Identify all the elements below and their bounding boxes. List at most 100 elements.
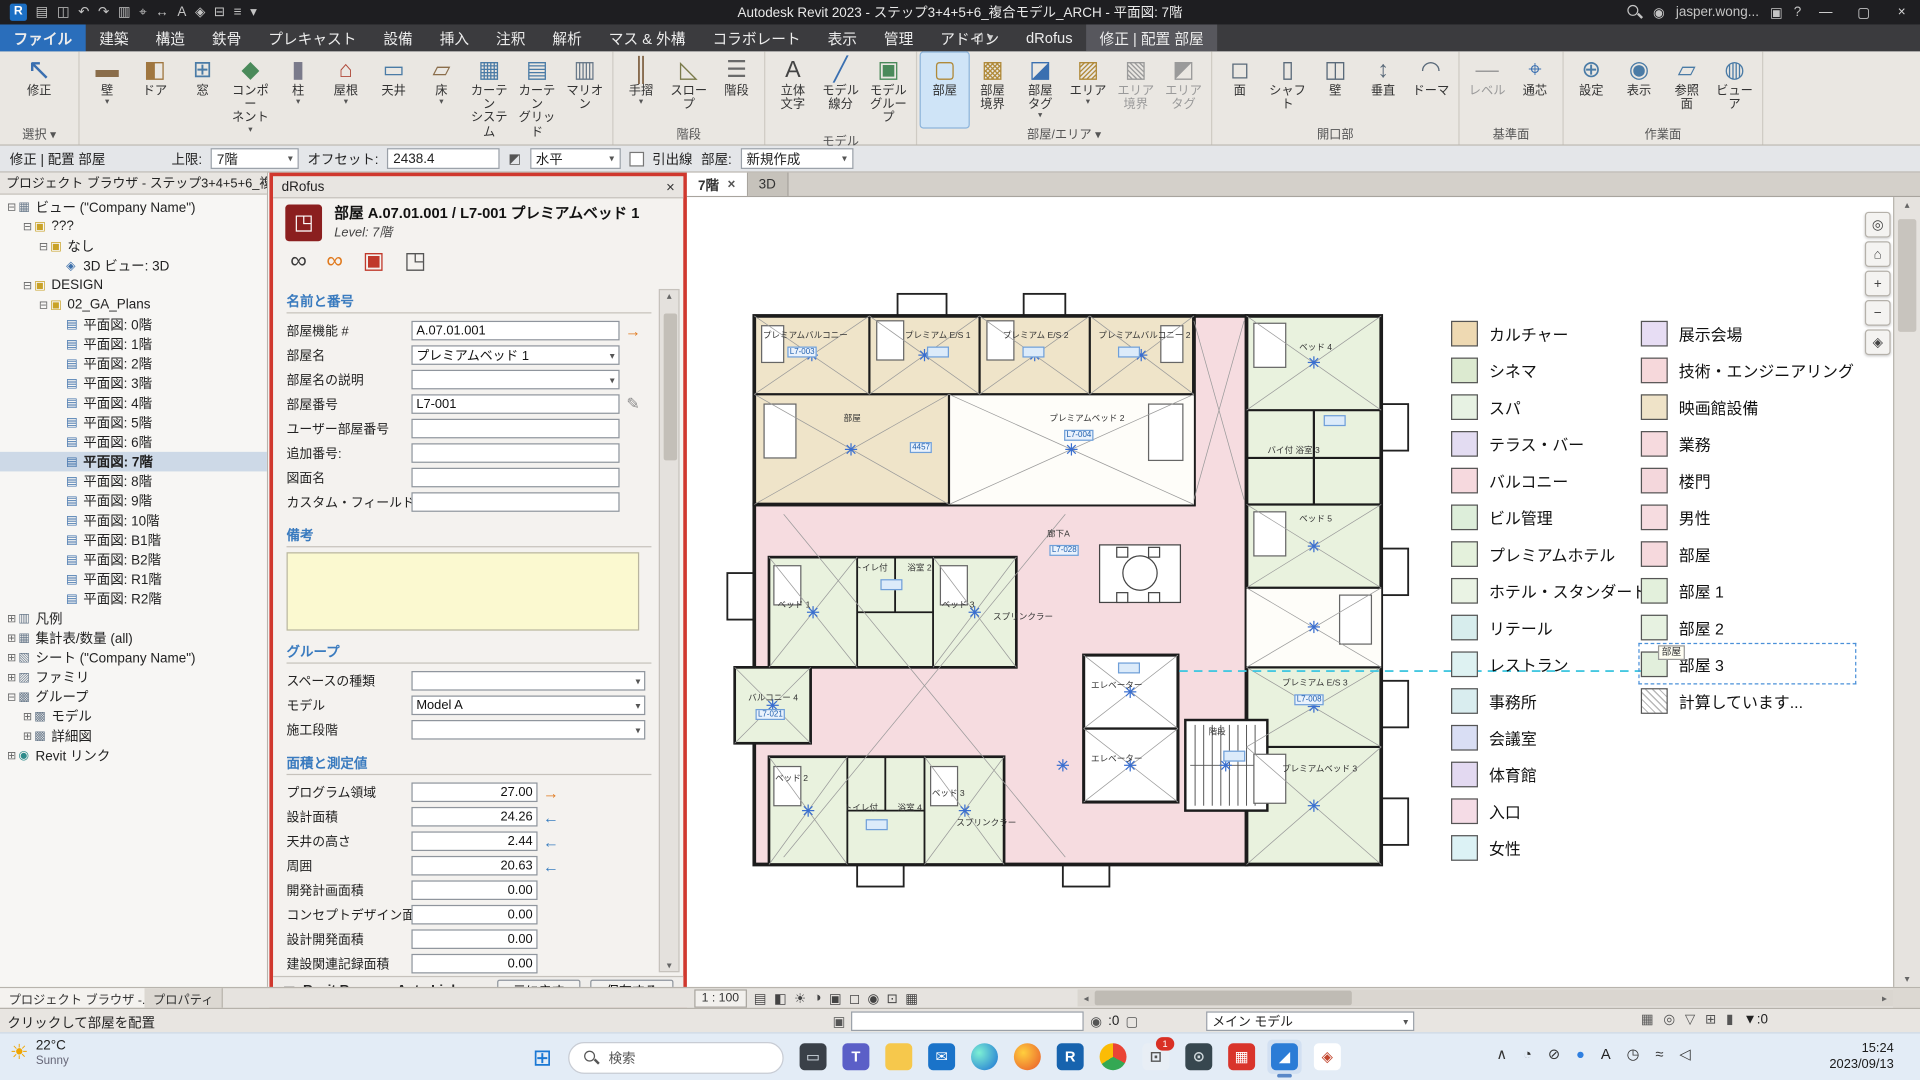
nav-button[interactable]: ⌂ — [1865, 241, 1891, 267]
cart-icon[interactable]: ▣ — [1770, 4, 1783, 20]
field-input[interactable]: 20.63 — [411, 856, 537, 876]
drofus-tool-icon[interactable]: ∞ — [290, 249, 307, 276]
ribbon-button[interactable]: ◫壁 — [1311, 53, 1359, 128]
quick-access-icon[interactable]: ≡ — [234, 0, 242, 24]
tree-expander-icon[interactable]: ⊞ — [5, 670, 18, 683]
view-tab-7f[interactable]: 7階 × — [687, 173, 748, 196]
sync-arrow-icon[interactable]: ← — [538, 857, 565, 875]
scroll-right-icon[interactable]: ▸ — [1876, 992, 1893, 1003]
scroll-thumb[interactable] — [1898, 219, 1916, 332]
tree-item[interactable]: ▤ 平面図: B1階 — [0, 530, 267, 550]
quick-access-icon[interactable]: ⊟ — [214, 0, 225, 24]
tree-item[interactable]: ▤ 平面図: 5階 — [0, 413, 267, 433]
taskbar-app-icon[interactable]: ▭ — [796, 1040, 830, 1074]
scroll-down-icon[interactable]: ▾ — [667, 960, 672, 971]
tree-item[interactable]: ⊞ ▥ 凡例 — [0, 609, 267, 629]
ribbon-button[interactable]: ║手摺▾ — [617, 53, 665, 128]
tray-icon[interactable]: ◷ — [1627, 1046, 1640, 1063]
tray-icon[interactable]: ≈ — [1655, 1046, 1663, 1063]
quick-access-icon[interactable]: ↷ — [98, 0, 109, 24]
ribbon-button[interactable]: ↕垂直 — [1359, 53, 1407, 128]
field-input[interactable] — [411, 492, 619, 512]
ribbon-button[interactable]: ◻面 — [1216, 53, 1264, 128]
tree-item[interactable]: ⊟ ▦ ビュー ("Company Name") — [0, 197, 267, 217]
nav-button[interactable]: ◎ — [1865, 212, 1891, 238]
ribbon-button[interactable]: ☰階段 — [713, 53, 761, 128]
legend-item[interactable]: 部屋 2 — [1641, 609, 1854, 646]
ribbon-button[interactable]: ▢部屋 — [921, 53, 969, 128]
quick-access-icon[interactable]: ▤ — [36, 0, 49, 24]
field-input[interactable] — [411, 419, 619, 439]
close-view-icon[interactable]: × — [728, 177, 736, 192]
tree-item[interactable]: ▤ 平面図: 0階 — [0, 315, 267, 335]
legend-item[interactable]: プレミアムホテル — [1451, 535, 1648, 572]
tree-item[interactable]: ⊟ ▣ DESIGN — [0, 276, 267, 296]
view-control-icon[interactable]: ◉ — [868, 990, 880, 1006]
sync-arrow-icon[interactable]: → — [538, 783, 565, 801]
view-tab-3d[interactable]: 3D — [748, 173, 788, 196]
field-input[interactable]: プレミアムベッド 1▾ — [411, 345, 619, 365]
signed-in-user[interactable]: jasper.wong... — [1676, 5, 1759, 20]
tree-item[interactable]: ▤ 平面図: R2階 — [0, 589, 267, 609]
tree-item[interactable]: ▤ 平面図: 10階 — [0, 511, 267, 531]
ribbon-button[interactable]: ▣モデル グループ — [864, 53, 912, 135]
taskbar-app-icon[interactable]: ▦ — [1224, 1040, 1258, 1074]
tree-item[interactable]: ⊞ ▨ ファミリ — [0, 667, 267, 687]
ribbon-button[interactable]: ▧エリア 境界 — [1112, 53, 1160, 128]
ribbon-tab[interactable]: ファイル — [0, 24, 86, 51]
horizontal-scrollbar[interactable]: ◂ ▸ — [1078, 989, 1894, 1006]
quick-access-icon[interactable]: ⌖ — [139, 0, 147, 24]
ribbon-button[interactable]: ▤カーテン グリッド — [513, 53, 561, 148]
legend-item[interactable]: 入口 — [1451, 792, 1648, 829]
legend-item[interactable]: ビル管理 — [1451, 498, 1648, 535]
tree-item[interactable]: ▤ 平面図: 2階 — [0, 354, 267, 374]
ribbon-button[interactable]: ↖修正 — [4, 53, 75, 128]
taskbar-app-icon[interactable]: T — [839, 1040, 873, 1074]
ribbon-button[interactable]: ⊞窓 — [179, 53, 227, 148]
legend-item[interactable]: テラス・バー — [1451, 425, 1648, 462]
ribbon-button[interactable]: ◉表示 — [1615, 53, 1663, 128]
ribbon-tab[interactable]: プレキャスト — [255, 24, 370, 51]
field-input[interactable] — [411, 443, 619, 463]
tray-icon[interactable]: ● — [1576, 1046, 1585, 1063]
dock-tab-properties[interactable]: プロパティ — [144, 988, 223, 1008]
ribbon-button[interactable]: ▬壁▾ — [83, 53, 131, 148]
quick-access-icon[interactable]: ↔ — [155, 0, 168, 24]
ribbon-button[interactable]: ▱床▾ — [418, 53, 466, 148]
nav-button[interactable]: ◈ — [1865, 329, 1891, 355]
tree-item[interactable]: ▤ 平面図: 3階 — [0, 373, 267, 393]
tray-icon[interactable]: A — [1601, 1046, 1611, 1063]
view-control-icon[interactable]: ☀ — [794, 990, 806, 1006]
ribbon-tab[interactable]: 管理 — [870, 24, 926, 51]
tree-item[interactable]: ▤ 平面図: 8階 — [0, 471, 267, 491]
link-status-icon[interactable]: ▢ — [1126, 1013, 1139, 1029]
tray-icon[interactable]: ◁ — [1679, 1046, 1690, 1063]
legend-item[interactable]: ホテル・スタンダード — [1451, 572, 1648, 609]
ribbon-button[interactable]: ▥マリオン — [561, 53, 609, 148]
tree-expander-icon[interactable]: ⊞ — [21, 729, 34, 742]
exclude-options-icon[interactable]: ▦ — [1641, 1011, 1654, 1027]
legend-item[interactable]: シネマ — [1451, 351, 1648, 388]
quick-access-icon[interactable]: R — [10, 4, 27, 21]
start-button[interactable]: ⊞ — [527, 1042, 559, 1074]
upper-limit-select[interactable]: 7階▾ — [211, 148, 299, 169]
ribbon-tab[interactable]: 注釈 — [483, 24, 539, 51]
legend-item[interactable]: 女性 — [1451, 829, 1648, 866]
legend-item[interactable]: 展示会場 — [1641, 315, 1854, 352]
field-input[interactable]: 0.00 — [411, 880, 537, 900]
taskbar-app-icon[interactable]: ✉ — [924, 1040, 958, 1074]
tree-item[interactable]: ⊞ ▩ モデル — [0, 707, 267, 727]
tree-item[interactable]: ▤ 平面図: B2階 — [0, 550, 267, 570]
field-input[interactable]: 0.00 — [411, 905, 537, 925]
drofus-scroll-thumb[interactable] — [664, 313, 677, 460]
scale-button[interactable]: 1 : 100 — [694, 989, 746, 1007]
weather-widget[interactable]: ☀ 22°C Sunny — [10, 1038, 69, 1067]
quick-access-icon[interactable]: ◫ — [57, 0, 70, 24]
tree-expander-icon[interactable]: ⊟ — [37, 239, 50, 252]
minimize-button[interactable]: — — [1812, 0, 1839, 24]
tree-item[interactable]: ▤ 平面図: 1階 — [0, 334, 267, 354]
ribbon-tab[interactable]: 建築 — [86, 24, 142, 51]
tree-expander-icon[interactable]: ⊟ — [5, 200, 18, 213]
taskbar-app-icon[interactable]: ⊡ 1 — [1139, 1040, 1173, 1074]
legend-item[interactable]: 業務 — [1641, 425, 1854, 462]
